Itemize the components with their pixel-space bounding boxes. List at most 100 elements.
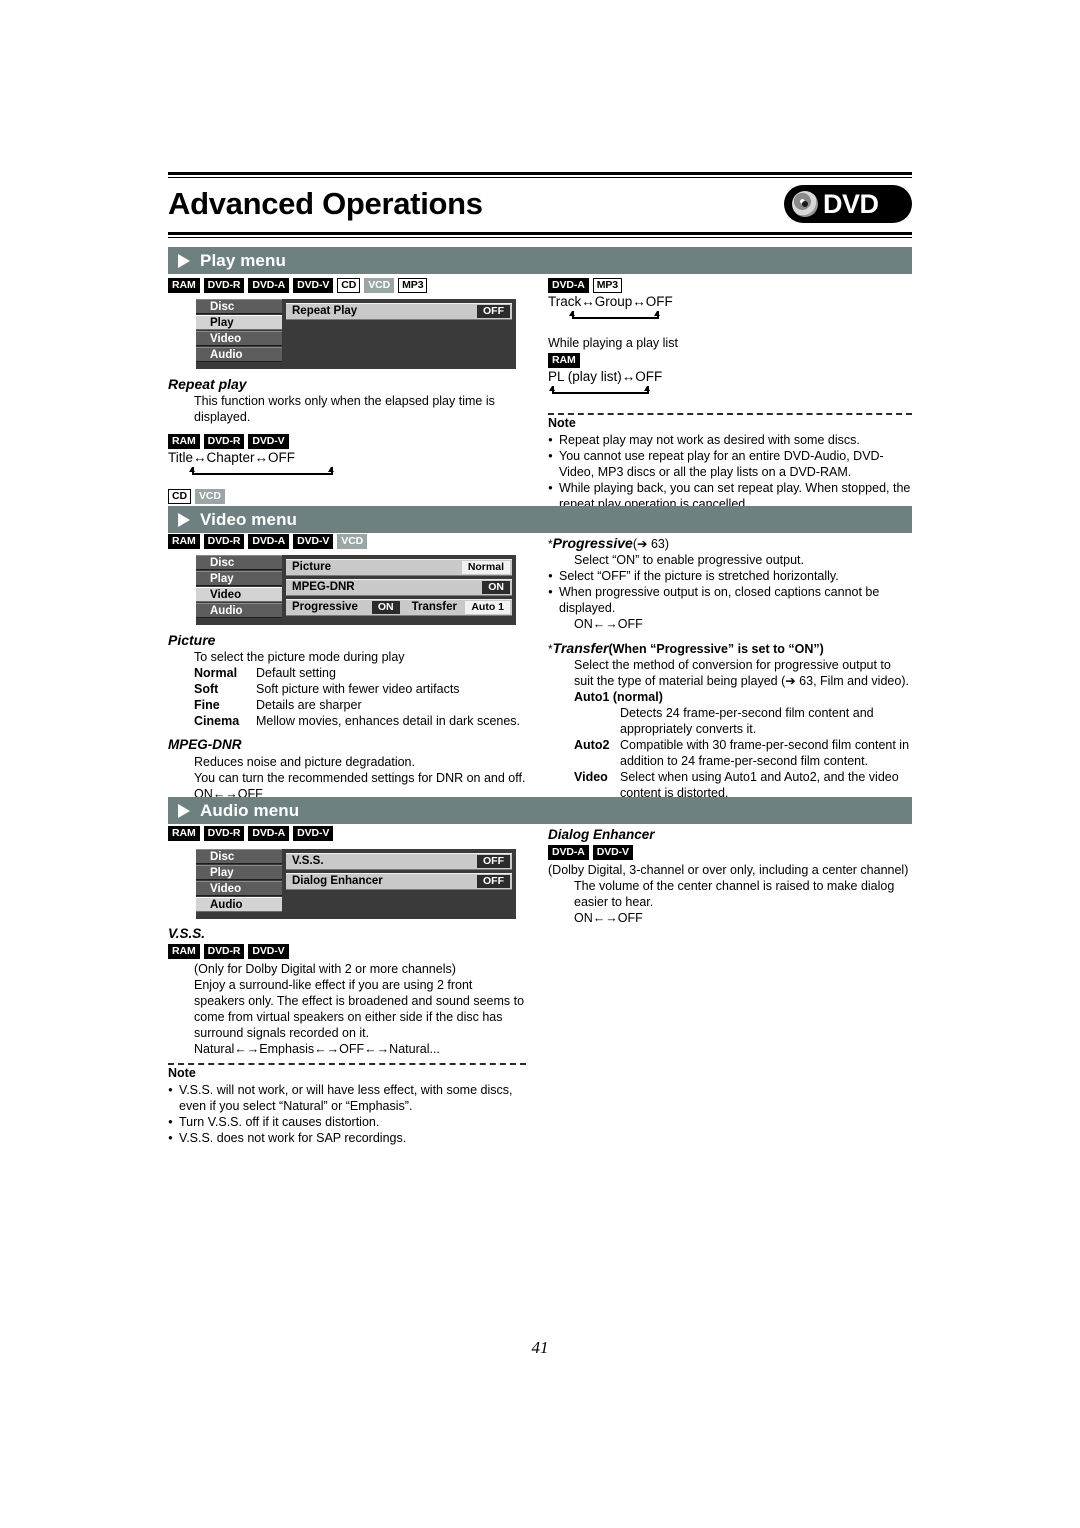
dvd-logo: DVD xyxy=(784,185,912,223)
note-title: Note xyxy=(168,1066,196,1080)
osd-tab-audio[interactable]: Audio xyxy=(196,347,282,362)
picture-mode-term: Normal xyxy=(194,666,238,680)
note-item: Repeat play may not work as desired with… xyxy=(548,432,912,448)
osd-tab-video[interactable]: Video xyxy=(196,881,282,896)
picture-mode-item: Normal Default setting xyxy=(194,665,526,681)
dvd-disc-icon xyxy=(792,191,818,217)
play-right-column: DVD-A MP3 Track↔Group↔OFF While playing … xyxy=(548,278,912,528)
osd-row-mpeg-dnr[interactable]: MPEG-DNR ON xyxy=(286,579,512,596)
transfer-mode-term: Auto2 xyxy=(574,738,610,752)
section-title: Video menu xyxy=(200,509,298,529)
osd-row-value[interactable]: Normal xyxy=(461,561,510,574)
audio-right-column: Dialog Enhancer DVD-A DVD-V (Dolby Digit… xyxy=(548,826,912,926)
osd-row-repeat-play[interactable]: Repeat Play OFF xyxy=(286,303,512,320)
osd-row-picture[interactable]: Picture Normal xyxy=(286,559,512,576)
disc-badge-row: RAM DVD-R DVD-A DVD-V CD VCD MP3 xyxy=(168,278,526,293)
progressive-intro: Select “ON” to enable progressive output… xyxy=(574,553,804,567)
disc-badge: DVD-A xyxy=(548,278,589,293)
osd-tab-play[interactable]: Play xyxy=(196,571,282,586)
osd-tab-play[interactable]: Play xyxy=(196,865,282,880)
osd-row-value[interactable]: ON xyxy=(482,581,510,594)
osd-row-list: Repeat Play OFF xyxy=(286,303,512,323)
osd-tab-disc[interactable]: Disc xyxy=(196,299,282,314)
disc-badge: DVD-R xyxy=(203,534,245,549)
repeat-play-intro: This function works only when the elapse… xyxy=(194,394,495,424)
note-item: V.S.S. will not work, or will have less … xyxy=(168,1082,526,1114)
mpeg-dnr-line: You can turn the recommended settings fo… xyxy=(194,771,526,785)
heading-vss: V.S.S. xyxy=(168,926,206,941)
osd-audio-menu-screenshot: Disc Play Video Audio V.S.S. OFF Dialog … xyxy=(196,849,516,919)
triangle-icon xyxy=(178,512,190,527)
disc-badge: RAM xyxy=(168,278,200,293)
disc-badge: MP3 xyxy=(592,278,623,293)
heading-transfer: Transfer xyxy=(552,640,609,656)
picture-mode-def: Soft picture with fewer video artifacts xyxy=(256,682,460,696)
play-left-column: RAM DVD-R DVD-A DVD-V CD VCD MP3 Disc Pl… xyxy=(168,278,526,535)
osd-tab-disc[interactable]: Disc xyxy=(196,849,282,864)
picture-mode-item: Fine Details are sharper xyxy=(194,697,526,713)
disc-badge: DVD-V xyxy=(248,434,289,449)
osd-tab-video[interactable]: Video xyxy=(196,587,282,602)
osd-row-vss[interactable]: V.S.S. OFF xyxy=(286,853,512,870)
disc-badge: RAM xyxy=(168,826,200,841)
section-title: Audio menu xyxy=(200,800,300,820)
disc-badge-row: RAM DVD-R DVD-V xyxy=(168,944,526,959)
note-item: You cannot use repeat play for an entire… xyxy=(548,448,912,480)
osd-tab-video[interactable]: Video xyxy=(196,331,282,346)
progressive-bullet: When progressive output is on, closed ca… xyxy=(548,584,912,616)
video-right-column: *Progressive(➔ 63) Select “ON” to enable… xyxy=(548,534,912,819)
osd-row-value-transfer[interactable]: Auto 1 xyxy=(465,601,510,614)
playlist-lead-text: While playing a play list xyxy=(548,336,678,350)
page-number: 41 xyxy=(531,1338,549,1357)
disc-badge: DVD-R xyxy=(203,944,245,959)
picture-mode-term: Soft xyxy=(194,682,219,696)
picture-mode-item: Cinema Mellow movies, enhances detail in… xyxy=(194,713,526,729)
osd-tab-list: Disc Play Video Audio xyxy=(196,849,282,913)
manual-page: Advanced Operations DVD Play menu RAM DV… xyxy=(0,0,1080,1528)
osd-tab-list: Disc Play Video Audio xyxy=(196,555,282,619)
section-bar-audio-menu: Audio menu xyxy=(168,797,912,824)
osd-row-list: V.S.S. OFF Dialog Enhancer OFF xyxy=(286,853,512,893)
note-title: Note xyxy=(548,416,576,430)
osd-tab-audio[interactable]: Audio xyxy=(196,897,282,912)
osd-tab-audio[interactable]: Audio xyxy=(196,603,282,618)
disc-badge: RAM xyxy=(168,534,200,549)
osd-row-progressive-transfer[interactable]: Progressive ON Transfer Auto 1 xyxy=(286,599,512,616)
transfer-mode-list: Auto1 (normal) Detects 24 frame-per-seco… xyxy=(574,689,912,801)
osd-row-value-progressive[interactable]: ON xyxy=(371,601,400,614)
transfer-mode-item: Auto2 Compatible with 30 frame-per-secon… xyxy=(574,737,912,769)
osd-row-dialog-enhancer[interactable]: Dialog Enhancer OFF xyxy=(286,873,512,890)
heading-mpeg-dnr: MPEG-DNR xyxy=(168,737,242,752)
loop-arrow-diagram xyxy=(548,311,768,324)
disc-badge: CD xyxy=(337,278,361,293)
heading-transfer-row: *Transfer(When “Progressive” is set to “… xyxy=(548,639,912,657)
osd-video-menu-screenshot: Disc Play Video Audio Picture Normal MPE… xyxy=(196,555,516,625)
disc-badge: DVD-V xyxy=(592,845,633,860)
dvd-logo-text: DVD xyxy=(823,188,879,219)
osd-tab-play[interactable]: Play xyxy=(196,315,282,330)
osd-row-label: Picture xyxy=(292,561,331,573)
disc-badge-row: RAM xyxy=(548,353,912,368)
osd-row-label-transfer: Transfer xyxy=(411,601,457,613)
disc-badge: DVD-R xyxy=(203,826,245,841)
disc-badge: DVD-A xyxy=(248,826,290,841)
note-item: Turn V.S.S. off if it causes distortion. xyxy=(168,1114,526,1130)
transfer-condition: (When “Progressive” is set to “ON”) xyxy=(608,642,824,656)
heading-picture: Picture xyxy=(168,632,216,648)
disc-badge: DVD-A xyxy=(248,534,290,549)
page-title: Advanced Operations xyxy=(168,186,483,221)
osd-tab-disc[interactable]: Disc xyxy=(196,555,282,570)
disc-badge-row: DVD-A DVD-V xyxy=(548,845,912,860)
picture-mode-term: Cinema xyxy=(194,714,240,728)
loop-arrow-diagram xyxy=(168,467,368,480)
section-title: Play menu xyxy=(200,250,286,270)
playlist-cycle-text: PL (play list)↔OFF xyxy=(548,369,663,384)
heading-dialog-enhancer: Dialog Enhancer xyxy=(548,827,655,842)
osd-row-label: Dialog Enhancer xyxy=(292,875,383,887)
mpeg-dnr-line: Reduces noise and picture degradation. xyxy=(194,755,415,769)
osd-row-value[interactable]: OFF xyxy=(477,855,510,868)
section-bar-play-menu: Play menu xyxy=(168,247,912,274)
osd-row-value[interactable]: OFF xyxy=(477,305,510,318)
osd-row-value[interactable]: OFF xyxy=(477,875,510,888)
osd-row-label: Repeat Play xyxy=(292,305,358,317)
